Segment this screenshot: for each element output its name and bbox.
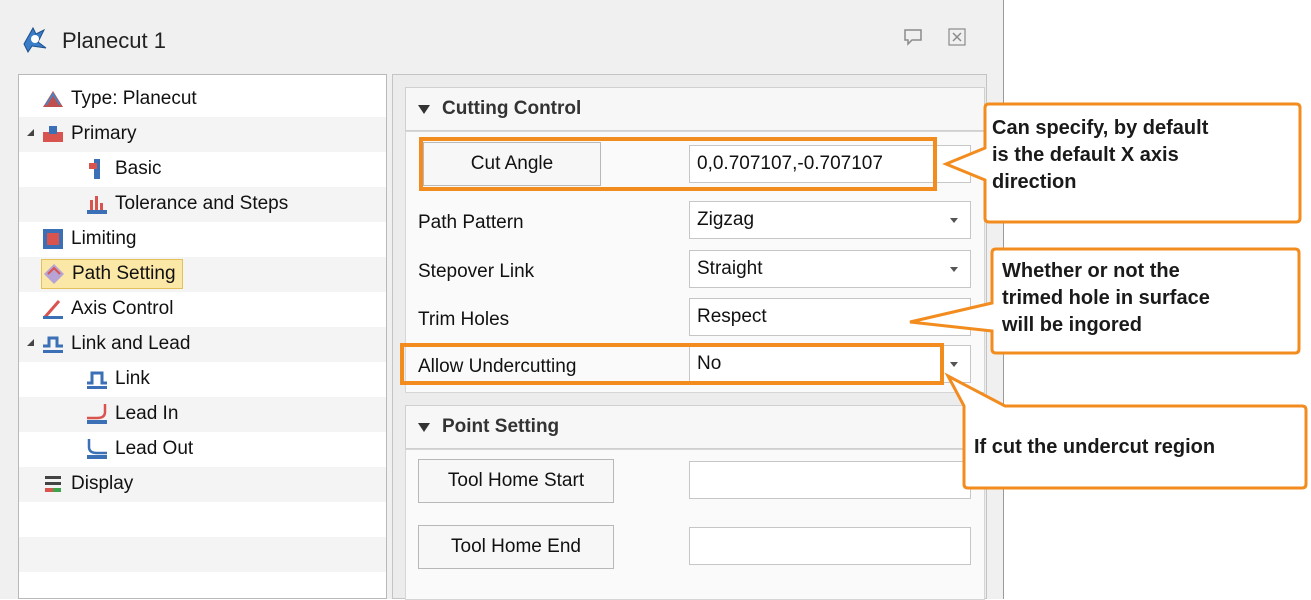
undercut-callout-bubble bbox=[944, 372, 1308, 490]
callout-line: is the default X axis bbox=[992, 144, 1179, 166]
callout-line: direction bbox=[992, 171, 1077, 193]
callout-line: If cut the undercut region bbox=[974, 436, 1216, 458]
trim-holes-callout: Whether or not the trimed hole in surfac… bbox=[1002, 258, 1210, 339]
undercut-callout: If cut the undercut region bbox=[974, 434, 1215, 461]
cut-angle-callout: Can specify, by default is the default X… bbox=[992, 115, 1208, 196]
callout-line: Whether or not the bbox=[1002, 260, 1180, 282]
callout-line: Can specify, by default bbox=[992, 117, 1209, 139]
callout-line: trimed hole in surface bbox=[1002, 287, 1210, 309]
callout-line: will be ingored bbox=[1002, 314, 1143, 336]
